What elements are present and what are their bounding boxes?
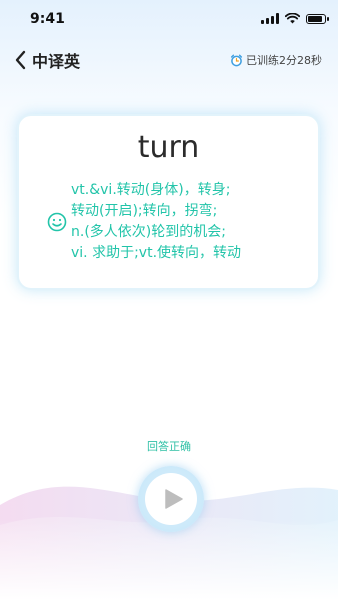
- definition-line: n.(多人依次)轮到的机会;: [71, 224, 226, 240]
- page-title: 中译英: [32, 52, 81, 71]
- alarm-clock-icon: [230, 54, 243, 66]
- status-time: 9:41: [30, 11, 65, 27]
- status-icons: [261, 13, 329, 24]
- chevron-left-icon: [15, 50, 26, 70]
- cellular-signal-icon: [261, 13, 279, 24]
- smile-icon: [47, 212, 67, 232]
- word: turn: [137, 130, 200, 165]
- nav-bar: 中译英 已训练2分28秒: [0, 44, 338, 76]
- status-bar: 9:41: [0, 0, 338, 40]
- timer-text: 已训练2分28秒: [246, 54, 322, 67]
- back-button[interactable]: 中译英: [14, 48, 80, 72]
- training-timer: 已训练2分28秒: [230, 52, 322, 68]
- play-button[interactable]: [138, 466, 204, 532]
- play-button-inner: [145, 473, 197, 525]
- wifi-icon: [285, 13, 300, 24]
- word-card: turn vt.&vi.转动(身体)，转身; 转动(开启);转向，拐弯; n.(…: [17, 114, 320, 290]
- battery-icon: [306, 13, 329, 24]
- definition-line: 转动(开启);转向，拐弯;: [71, 203, 218, 219]
- definition-line: vi. 求助于;vt.使转向，转动: [71, 245, 242, 261]
- definition-line: vt.&vi.转动(身体)，转身;: [71, 182, 231, 198]
- definition-list: vt.&vi.转动(身体)，转身; 转动(开启);转向，拐弯; n.(多人依次)…: [71, 180, 311, 264]
- play-icon: [165, 489, 183, 509]
